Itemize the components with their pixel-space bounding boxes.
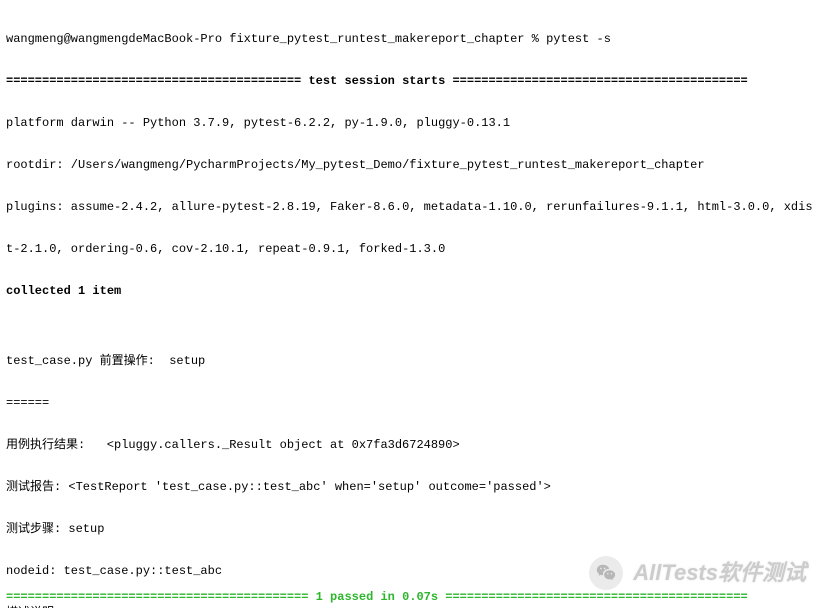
plugins-line-1: plugins: assume-2.4.2, allure-pytest-2.8… bbox=[6, 200, 828, 214]
session-start-line: ========================================… bbox=[6, 74, 828, 88]
setup-report: 测试报告: <TestReport 'test_case.py::test_ab… bbox=[6, 480, 828, 494]
watermark-text: AllTests软件测试 bbox=[633, 566, 806, 580]
collected-line: collected 1 item bbox=[6, 284, 828, 298]
prompt-line: wangmeng@wangmengdeMacBook-Pro fixture_p… bbox=[6, 32, 828, 46]
wechat-icon bbox=[589, 556, 623, 590]
setup-file-line: test_case.py 前置操作: setup bbox=[6, 354, 828, 368]
setup-step: 测试步骤: setup bbox=[6, 522, 828, 536]
summary-line: ========================================… bbox=[0, 590, 832, 604]
setup-result: 用例执行结果: <pluggy.callers._Result object a… bbox=[6, 438, 828, 452]
platform-line: platform darwin -- Python 3.7.9, pytest-… bbox=[6, 116, 828, 130]
plugins-line-2: t-2.1.0, ordering-0.6, cov-2.10.1, repea… bbox=[6, 242, 828, 256]
watermark: AllTests软件测试 bbox=[589, 556, 806, 590]
rootdir-line: rootdir: /Users/wangmeng/PycharmProjects… bbox=[6, 158, 828, 172]
separator: ====== bbox=[6, 396, 828, 410]
terminal-output: wangmeng@wangmengdeMacBook-Pro fixture_p… bbox=[0, 0, 832, 608]
